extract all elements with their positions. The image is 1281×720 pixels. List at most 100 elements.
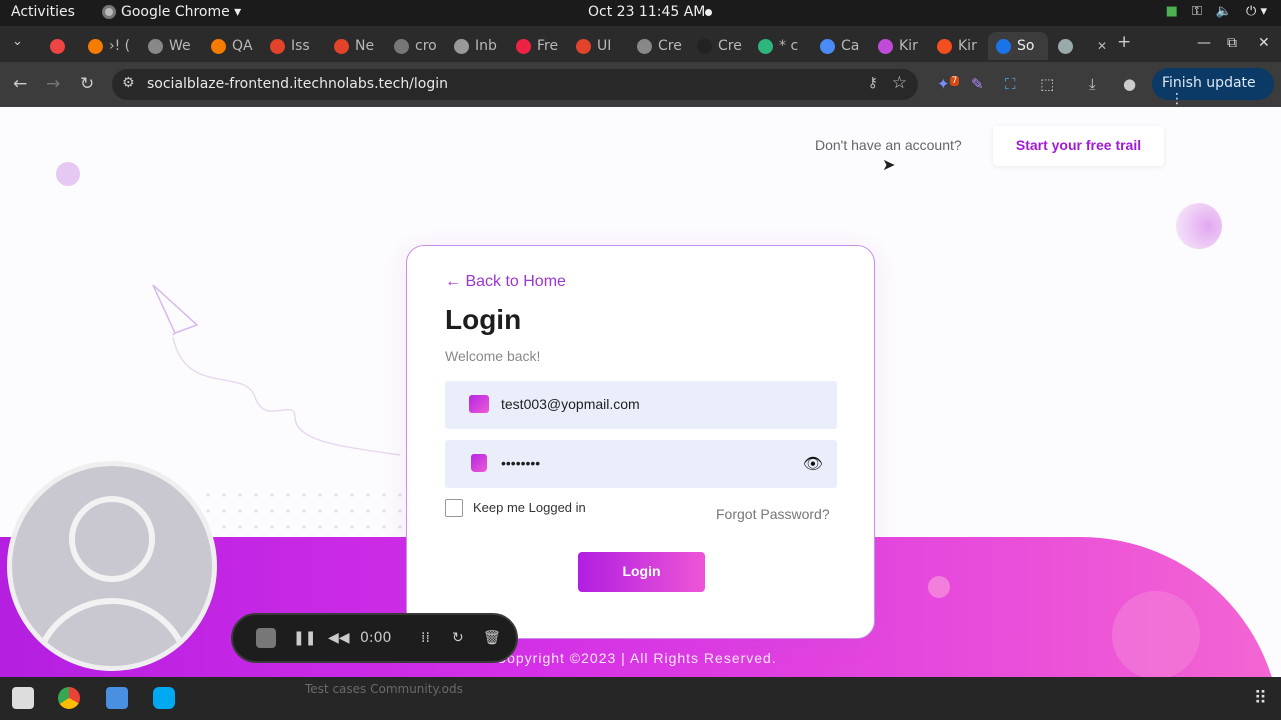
tab-label: Kir [958, 38, 977, 54]
tab-search-icon[interactable]: ⌄ [12, 34, 23, 49]
show-password-eye-icon[interactable]: 👁 [803, 454, 823, 473]
extensions-puzzle-icon[interactable]: ⬚ [1040, 75, 1054, 93]
chrome-icon [102, 5, 116, 19]
browser-tab[interactable]: Kir [929, 32, 984, 60]
browser-tab[interactable]: QA [203, 32, 258, 60]
rewind-icon[interactable]: ◀◀ [328, 630, 350, 646]
decor-bubble [1176, 203, 1222, 249]
restart-icon[interactable]: ↻ [452, 630, 464, 646]
volume-icon: 🔈 [1215, 4, 1233, 19]
browser-tab[interactable]: Fre [508, 32, 564, 60]
shield-icon: ■ [1165, 4, 1178, 19]
tab-label: Cre [718, 38, 742, 54]
browser-tab[interactable]: We [140, 32, 199, 60]
tab-favicon-icon [1058, 38, 1073, 54]
browser-tab[interactable]: * c [750, 32, 808, 60]
browser-tab[interactable]: So [988, 32, 1048, 60]
clock[interactable]: Oct 23 11:45 AM [588, 4, 705, 20]
tab-label: Fre [537, 38, 559, 54]
avatar-body-icon [32, 598, 192, 666]
tab-label: Kir [899, 38, 918, 54]
close-window-icon[interactable]: ✕ [1258, 35, 1270, 51]
email-input[interactable] [501, 396, 801, 412]
tab-favicon-icon [334, 38, 349, 54]
tab-favicon-icon [996, 38, 1011, 54]
password-field[interactable]: •••••••• 👁 [445, 440, 837, 488]
system-tray[interactable]: ■ ⚿ 🔈 ⏻ ▾ [1166, 4, 1267, 19]
tab-favicon-icon [937, 38, 952, 54]
tab-label: Ca [841, 38, 860, 54]
finish-update-label: Finish update [1162, 75, 1256, 91]
tab-label: So [1017, 38, 1035, 54]
email-field[interactable] [445, 381, 837, 429]
browser-tab[interactable]: ›! ( [80, 32, 136, 60]
browser-tab[interactable]: ✕ [1050, 32, 1108, 60]
browser-tab[interactable]: Kir [870, 32, 925, 60]
envelope-icon [469, 395, 489, 413]
keep-logged-in-checkbox[interactable] [445, 499, 463, 517]
password-key-icon[interactable]: ⚷ [868, 75, 878, 91]
trash-icon[interactable]: 🗑 [483, 630, 501, 646]
app-grid-icon[interactable]: ⠿ [1254, 688, 1267, 709]
browser-tab[interactable]: Ca [812, 32, 866, 60]
browser-tab[interactable]: Iss [262, 32, 322, 60]
login-button[interactable]: Login [578, 552, 705, 592]
app-menu[interactable]: Google Chrome ▾ [102, 4, 241, 20]
tab-favicon-icon [697, 38, 712, 54]
browser-tab[interactable] [42, 32, 76, 60]
skype-icon[interactable] [153, 687, 175, 709]
pause-icon[interactable]: ❚❚ [293, 630, 316, 646]
pen-extension-icon[interactable]: ✎ [971, 75, 984, 93]
address-bar[interactable]: ⚙ socialblaze-frontend.itechnolabs.tech/… [112, 69, 918, 100]
activities-button[interactable]: Activities [11, 4, 75, 20]
browser-tab[interactable]: UI [568, 32, 625, 60]
browser-tab[interactable]: cro [386, 32, 442, 60]
password-input[interactable]: •••••••• [501, 455, 801, 471]
tab-favicon-icon [758, 38, 773, 54]
start-free-trial-button[interactable]: Start your free trail [993, 126, 1164, 166]
chrome-taskbar-icon[interactable] [58, 687, 80, 709]
browser-tab[interactable]: Inb [446, 32, 504, 60]
tab-favicon-icon [148, 38, 163, 54]
tab-favicon-icon [50, 38, 65, 54]
finish-update-button[interactable]: Finish update ⋮ [1152, 68, 1274, 107]
text-editor-icon[interactable] [106, 687, 128, 709]
tab-label: Iss [291, 38, 310, 54]
new-tab-icon[interactable]: + [1117, 32, 1131, 52]
tab-label: * c [779, 38, 799, 54]
stop-recording-button[interactable] [256, 628, 276, 648]
tab-label: Inb [475, 38, 497, 54]
welcome-text: Welcome back! [445, 348, 541, 364]
extension-icon[interactable]: ✦ 7 [937, 75, 960, 93]
taskbar: Test cases Community.ods ⠿ [0, 677, 1281, 720]
close-tab-icon[interactable]: ✕ [1097, 39, 1107, 53]
browser-tab[interactable]: Cre [629, 32, 685, 60]
forgot-password-link[interactable]: Forgot Password? [716, 506, 830, 522]
back-to-home-link[interactable]: ← Back to Home [445, 273, 566, 291]
tab-favicon-icon [878, 38, 893, 54]
tab-favicon-icon [576, 38, 591, 54]
screenshot-extension-icon[interactable]: ⛶ [1005, 75, 1016, 93]
files-app-icon[interactable] [12, 687, 34, 709]
lock-icon [471, 454, 487, 472]
tab-label: UI [597, 38, 612, 54]
decor-bubble [928, 576, 950, 598]
minimize-icon[interactable]: — [1197, 35, 1211, 51]
browser-tab[interactable]: Ne [326, 32, 382, 60]
recording-indicator-icon [705, 9, 712, 16]
profile-icon[interactable]: ● [1123, 75, 1136, 93]
browser-tab[interactable]: Cre [689, 32, 746, 60]
keep-logged-in-label[interactable]: Keep me Logged in [473, 500, 586, 515]
screen-recorder-controls: ❚❚ ◀◀ 0:00 ⁞⁞ ↻ 🗑 [231, 613, 518, 663]
url-text[interactable]: socialblaze-frontend.itechnolabs.tech/lo… [147, 76, 448, 92]
download-icon[interactable]: ⤓ [1089, 75, 1096, 93]
decor-bubble [1112, 591, 1200, 677]
forward-icon[interactable]: → [46, 74, 60, 94]
maximize-icon[interactable]: ⧉ [1227, 35, 1237, 51]
drag-handle-icon[interactable]: ⁞⁞ [421, 630, 430, 646]
power-icon: ⏻ ▾ [1246, 4, 1267, 19]
reload-icon[interactable]: ↻ [80, 74, 94, 94]
back-icon[interactable]: ← [13, 74, 27, 94]
site-info-icon[interactable]: ⚙ [122, 75, 135, 91]
bookmark-star-icon[interactable]: ☆ [892, 73, 907, 93]
